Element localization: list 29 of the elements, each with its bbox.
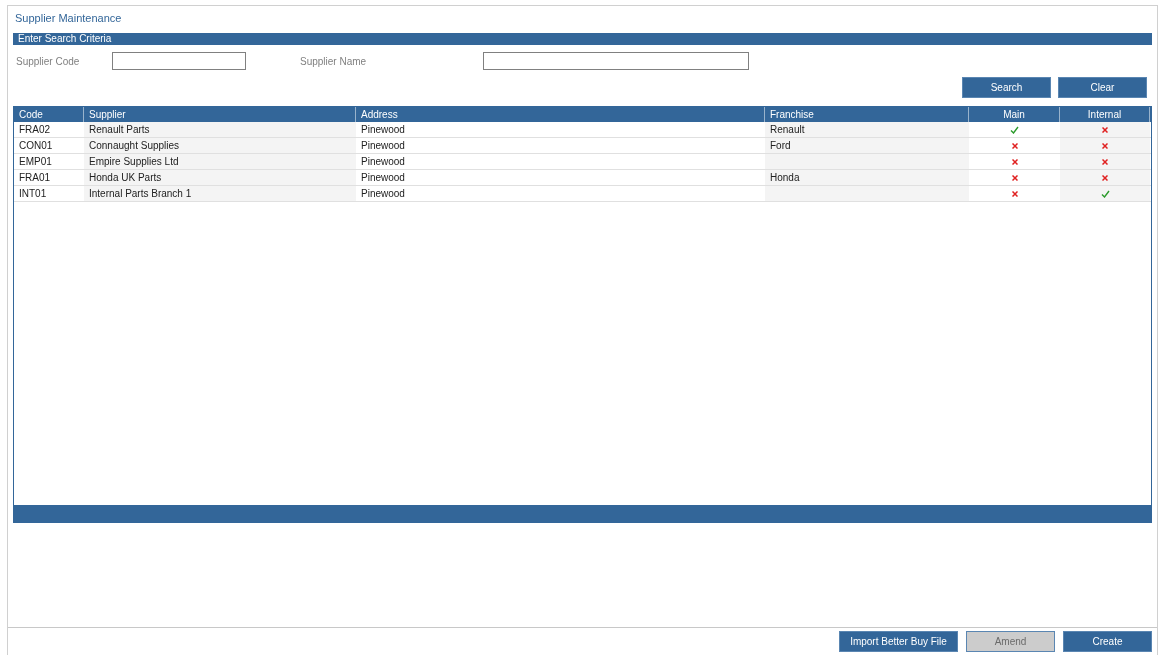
button[interactable]: Create [1063,631,1152,652]
clear-button[interactable]: Clear [1058,77,1147,98]
text-field[interactable] [112,52,246,70]
table-cell: Pinewood [361,156,405,167]
table-cell: Empire Supplies Ltd [84,154,356,169]
section-header: Enter Search Criteria [13,33,1152,45]
table-cell: Pinewood [361,188,405,199]
table-cell: Honda UK Parts [84,170,356,185]
table-cell: CON01 [19,140,53,151]
table-cell: Internal Parts Branch 1 [84,186,356,201]
button[interactable]: Import Better Buy File [839,631,958,652]
table-cell: Honda [765,170,969,185]
table-cell: Renault Parts [84,122,356,137]
text-field[interactable] [483,52,749,70]
table-cell: Connaught Supplies [84,138,356,153]
table-cell: Pinewood [361,124,405,135]
table-cell: INT01 [19,188,47,199]
field-label: Supplier Code [16,54,81,69]
field-label: Supplier Name [300,54,368,69]
column-header[interactable]: Code [14,107,84,122]
table-cell: Pinewood [361,140,405,151]
table-cell: FRA01 [19,172,51,183]
table-cell: EMP01 [19,156,52,167]
table-cell: Pinewood [361,172,405,183]
table-cell: FRA02 [19,124,51,135]
table-cell: Ford [765,138,969,153]
page-title: Supplier Maintenance [14,11,123,26]
table-cell: Renault [765,122,969,137]
search-button[interactable]: Search [962,77,1051,98]
